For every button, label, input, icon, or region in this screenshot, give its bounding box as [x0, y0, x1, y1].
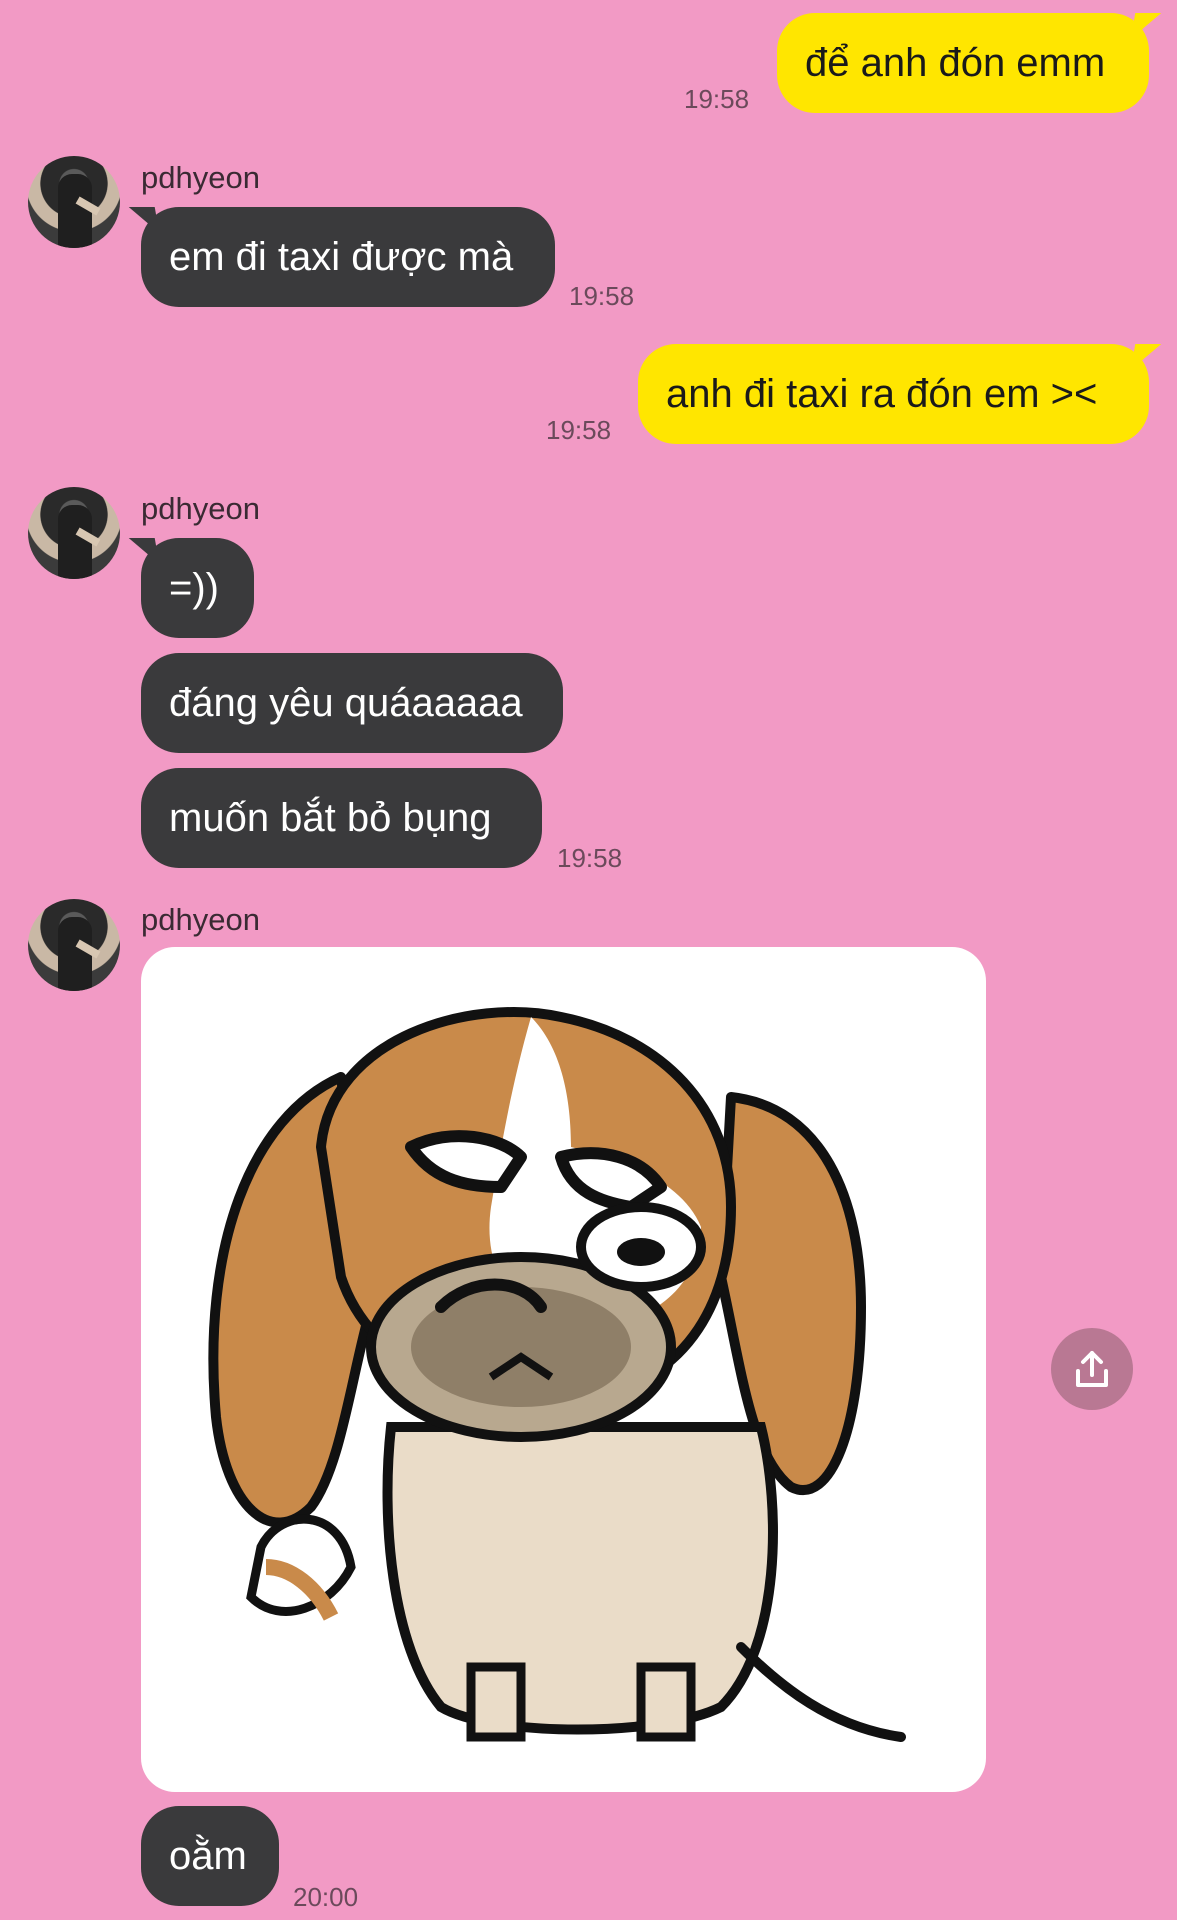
- outgoing-message-bubble[interactable]: anh đi taxi ra đón em ><: [638, 344, 1149, 444]
- sender-name: pdhyeon: [141, 491, 260, 526]
- share-button[interactable]: [1051, 1328, 1133, 1410]
- sender-name: pdhyeon: [141, 902, 260, 937]
- beagle-dog-illustration: [208, 1007, 906, 1742]
- incoming-message-bubble[interactable]: oằm: [141, 1806, 279, 1906]
- message-time: 20:00: [293, 1882, 359, 1912]
- outgoing-message-bubble[interactable]: để anh đón emm: [777, 13, 1149, 113]
- sender-name: pdhyeon: [141, 160, 260, 195]
- message-time: 19:58: [557, 843, 623, 873]
- avatar[interactable]: [28, 487, 120, 579]
- message-time: 19:58: [569, 281, 635, 311]
- incoming-message-bubble[interactable]: đáng yêu quáaaaaa: [141, 653, 563, 753]
- message-time: 19:58: [684, 84, 750, 114]
- share-upload-icon: [1076, 1351, 1108, 1387]
- message-time: 19:58: [546, 415, 612, 445]
- incoming-message-bubble[interactable]: em đi taxi được mà: [141, 207, 555, 307]
- incoming-message-bubble[interactable]: muốn bắt bỏ bụng: [141, 768, 542, 868]
- avatar[interactable]: [28, 156, 120, 248]
- beagle-dog-sticker[interactable]: [141, 947, 986, 1792]
- avatar[interactable]: [28, 899, 120, 991]
- incoming-message-bubble[interactable]: =)): [141, 538, 254, 638]
